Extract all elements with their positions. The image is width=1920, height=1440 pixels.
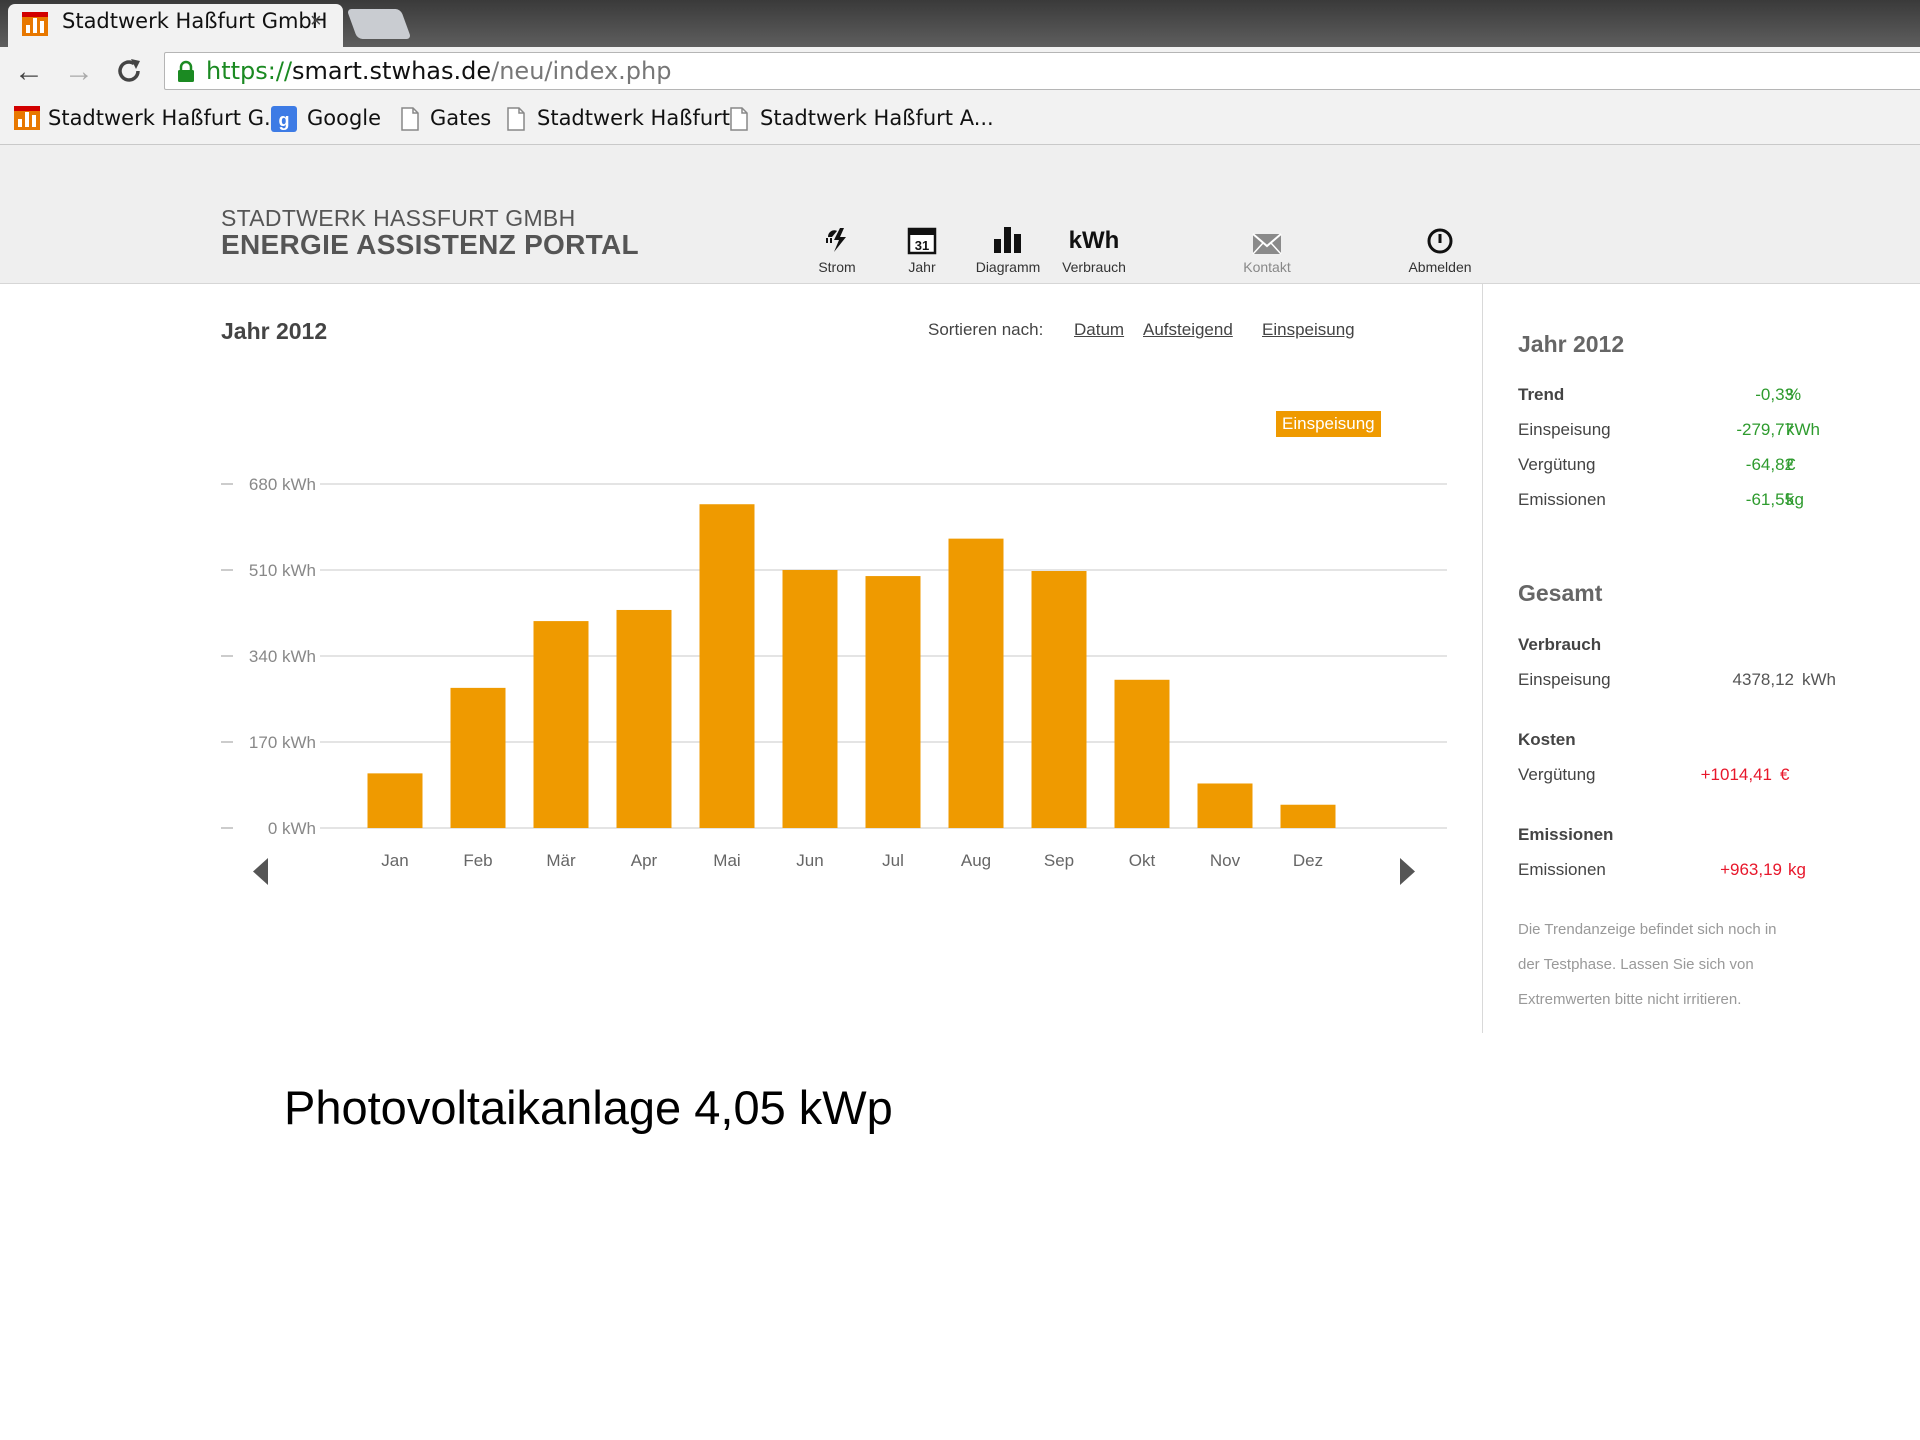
sidebar-divider bbox=[1482, 284, 1483, 1033]
sidebar-heading-emissionen: Emissionen bbox=[1518, 825, 1858, 849]
trend-note: Die Trendanzeige befindet sich noch in d… bbox=[1518, 912, 1858, 1017]
total-verguetung-label: Vergütung bbox=[1518, 765, 1596, 784]
chart-bar-jan[interactable] bbox=[367, 773, 423, 828]
emissionen-label: Emissionen bbox=[1518, 490, 1606, 509]
sidebar-row-verguetung: Vergütung -64,82 € bbox=[1518, 455, 1858, 479]
trend-label: Trend bbox=[1518, 385, 1565, 404]
emissionen-heading: Emissionen bbox=[1518, 825, 1614, 844]
sidebar-row-einspeisung: Einspeisung -279,77 kWh bbox=[1518, 420, 1858, 444]
sidebar-row-total-einspeisung: Einspeisung 4378,12 kWh bbox=[1518, 670, 1858, 694]
sidebar-year-title: Jahr 2012 bbox=[1518, 331, 1625, 357]
x-tick-label: Jan bbox=[381, 851, 408, 870]
chart-bar-mai[interactable] bbox=[699, 504, 755, 828]
chart-bar-aug[interactable] bbox=[948, 538, 1004, 828]
sidebar-heading-verbrauch: Verbrauch bbox=[1518, 635, 1858, 659]
x-tick-label: Okt bbox=[1129, 851, 1156, 870]
einspeisung-unit: kWh bbox=[1786, 420, 1820, 439]
chart-next-arrow-icon[interactable] bbox=[1400, 858, 1415, 885]
total-emissionen-unit: kg bbox=[1788, 860, 1806, 879]
x-tick-label: Mär bbox=[546, 851, 576, 870]
chart-prev-arrow-icon[interactable] bbox=[253, 858, 268, 885]
trend-note-line: der Testphase. Lassen Sie sich von bbox=[1518, 956, 1754, 973]
y-tick-label: 680 kWh bbox=[249, 475, 316, 494]
x-tick-label: Nov bbox=[1210, 851, 1241, 870]
kosten-heading: Kosten bbox=[1518, 730, 1576, 749]
total-emissionen-label: Emissionen bbox=[1518, 860, 1606, 879]
y-tick-label: 0 kWh bbox=[268, 819, 316, 838]
trend-unit: % bbox=[1786, 385, 1802, 404]
x-tick-label: Jul bbox=[882, 851, 904, 870]
trend-note-line: Extremwerten bitte nicht irritieren. bbox=[1518, 991, 1742, 1008]
x-tick-label: Jun bbox=[796, 851, 823, 870]
sidebar-heading-kosten: Kosten bbox=[1518, 730, 1858, 754]
photo-caption: Photovoltaikanlage 4,05 kWp bbox=[284, 1081, 893, 1134]
sidebar-row-total-verguetung: Vergütung +1014,41 € bbox=[1518, 765, 1858, 789]
chart-bar-sep[interactable] bbox=[1031, 571, 1087, 828]
total-einspeisung-label: Einspeisung bbox=[1518, 670, 1611, 689]
total-einspeisung-unit: kWh bbox=[1802, 670, 1836, 689]
x-tick-label: Dez bbox=[1293, 851, 1323, 870]
chart-bar-dez[interactable] bbox=[1280, 804, 1336, 828]
total-einspeisung-value: 4378,12 bbox=[1732, 670, 1794, 689]
x-tick-label: Mai bbox=[713, 851, 740, 870]
chart-bar-jul[interactable] bbox=[865, 576, 921, 828]
y-tick-label: 170 kWh bbox=[249, 733, 316, 752]
sidebar-total-title: Gesamt bbox=[1518, 580, 1603, 606]
verbrauch-heading: Verbrauch bbox=[1518, 635, 1602, 654]
total-emissionen-value: +963,19 bbox=[1720, 860, 1782, 879]
einspeisung-label: Einspeisung bbox=[1518, 420, 1611, 439]
trend-note-line: Die Trendanzeige befindet sich noch in bbox=[1518, 921, 1777, 938]
chart-bar-okt[interactable] bbox=[1114, 679, 1170, 828]
total-verguetung-unit: € bbox=[1780, 765, 1790, 784]
sidebar-row-total-emissionen: Emissionen +963,19 kg bbox=[1518, 860, 1858, 884]
chart-bar-apr[interactable] bbox=[616, 609, 672, 828]
sidebar-row-trend: Trend -0,33 % bbox=[1518, 385, 1858, 409]
total-verguetung-value: +1014,41 bbox=[1700, 765, 1772, 784]
y-tick-label: 340 kWh bbox=[249, 647, 316, 666]
x-tick-label: Apr bbox=[631, 851, 658, 870]
x-tick-label: Feb bbox=[463, 851, 492, 870]
chart-bar-feb[interactable] bbox=[450, 687, 506, 828]
emissionen-unit: kg bbox=[1786, 490, 1804, 509]
x-tick-label: Aug bbox=[961, 851, 991, 870]
sidebar-row-emissionen: Emissionen -61,55 kg bbox=[1518, 490, 1858, 514]
y-tick-label: 510 kWh bbox=[249, 561, 316, 580]
bar-chart: 0 kWh 170 kWh 340 kWh 510 kWh 680 kWh Jan Feb M… bbox=[221, 475, 1447, 885]
verguetung-unit: € bbox=[1786, 455, 1796, 474]
chart-bar-mär[interactable] bbox=[533, 621, 589, 828]
x-tick-label: Sep bbox=[1044, 851, 1074, 870]
verguetung-label: Vergütung bbox=[1518, 455, 1596, 474]
chart-bar-jun[interactable] bbox=[782, 570, 838, 828]
chart-bar-nov[interactable] bbox=[1197, 783, 1253, 828]
